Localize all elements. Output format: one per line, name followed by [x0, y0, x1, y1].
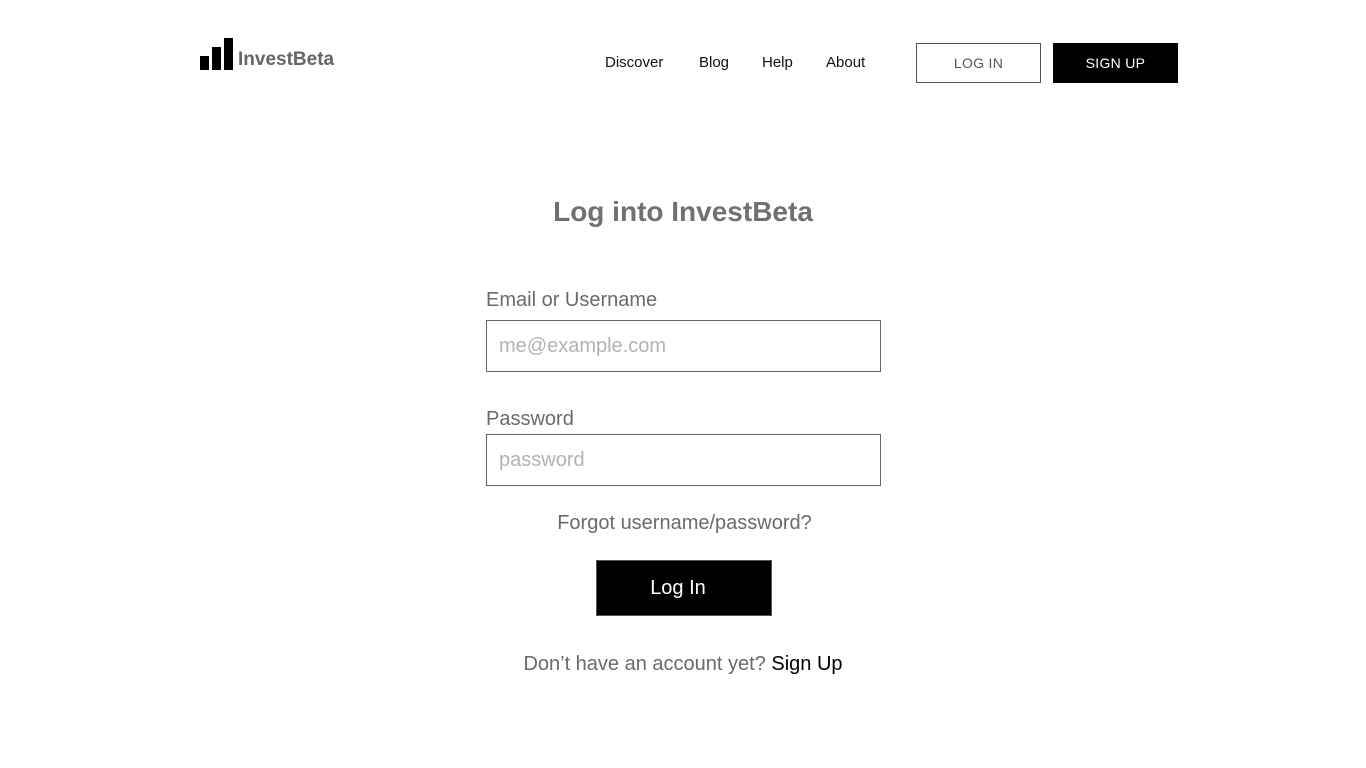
signup-link[interactable]: Sign Up: [771, 653, 842, 675]
forgot-credentials-link[interactable]: Forgot username/password?: [554, 512, 812, 534]
header-signup-button[interactable]: SIGN UP: [1053, 43, 1178, 83]
logo[interactable]: InvestBeta: [200, 36, 334, 70]
page-title: Log into InvestBeta: [553, 196, 813, 227]
forgot-credentials-row: Forgot username/password?: [0, 512, 1366, 535]
bar-chart-icon: [200, 38, 233, 70]
nav-about[interactable]: About: [826, 54, 865, 71]
password-field[interactable]: [486, 434, 881, 486]
signup-prompt-text: Don’t have an account yet?: [523, 653, 766, 675]
nav-blog[interactable]: Blog: [699, 54, 729, 71]
email-field[interactable]: [486, 320, 881, 372]
signup-prompt: Don’t have an account yet? Sign Up: [0, 653, 1366, 676]
logo-text: InvestBeta: [238, 49, 335, 70]
login-page: InvestBeta Discover Blog Help About LOG …: [0, 0, 1366, 768]
nav-discover[interactable]: Discover: [605, 54, 663, 71]
password-label: Password: [486, 408, 574, 430]
email-label: Email or Username: [486, 289, 658, 311]
nav-help[interactable]: Help: [762, 54, 793, 71]
header-login-button[interactable]: LOG IN: [916, 43, 1041, 83]
login-button[interactable]: Log In: [596, 560, 772, 616]
